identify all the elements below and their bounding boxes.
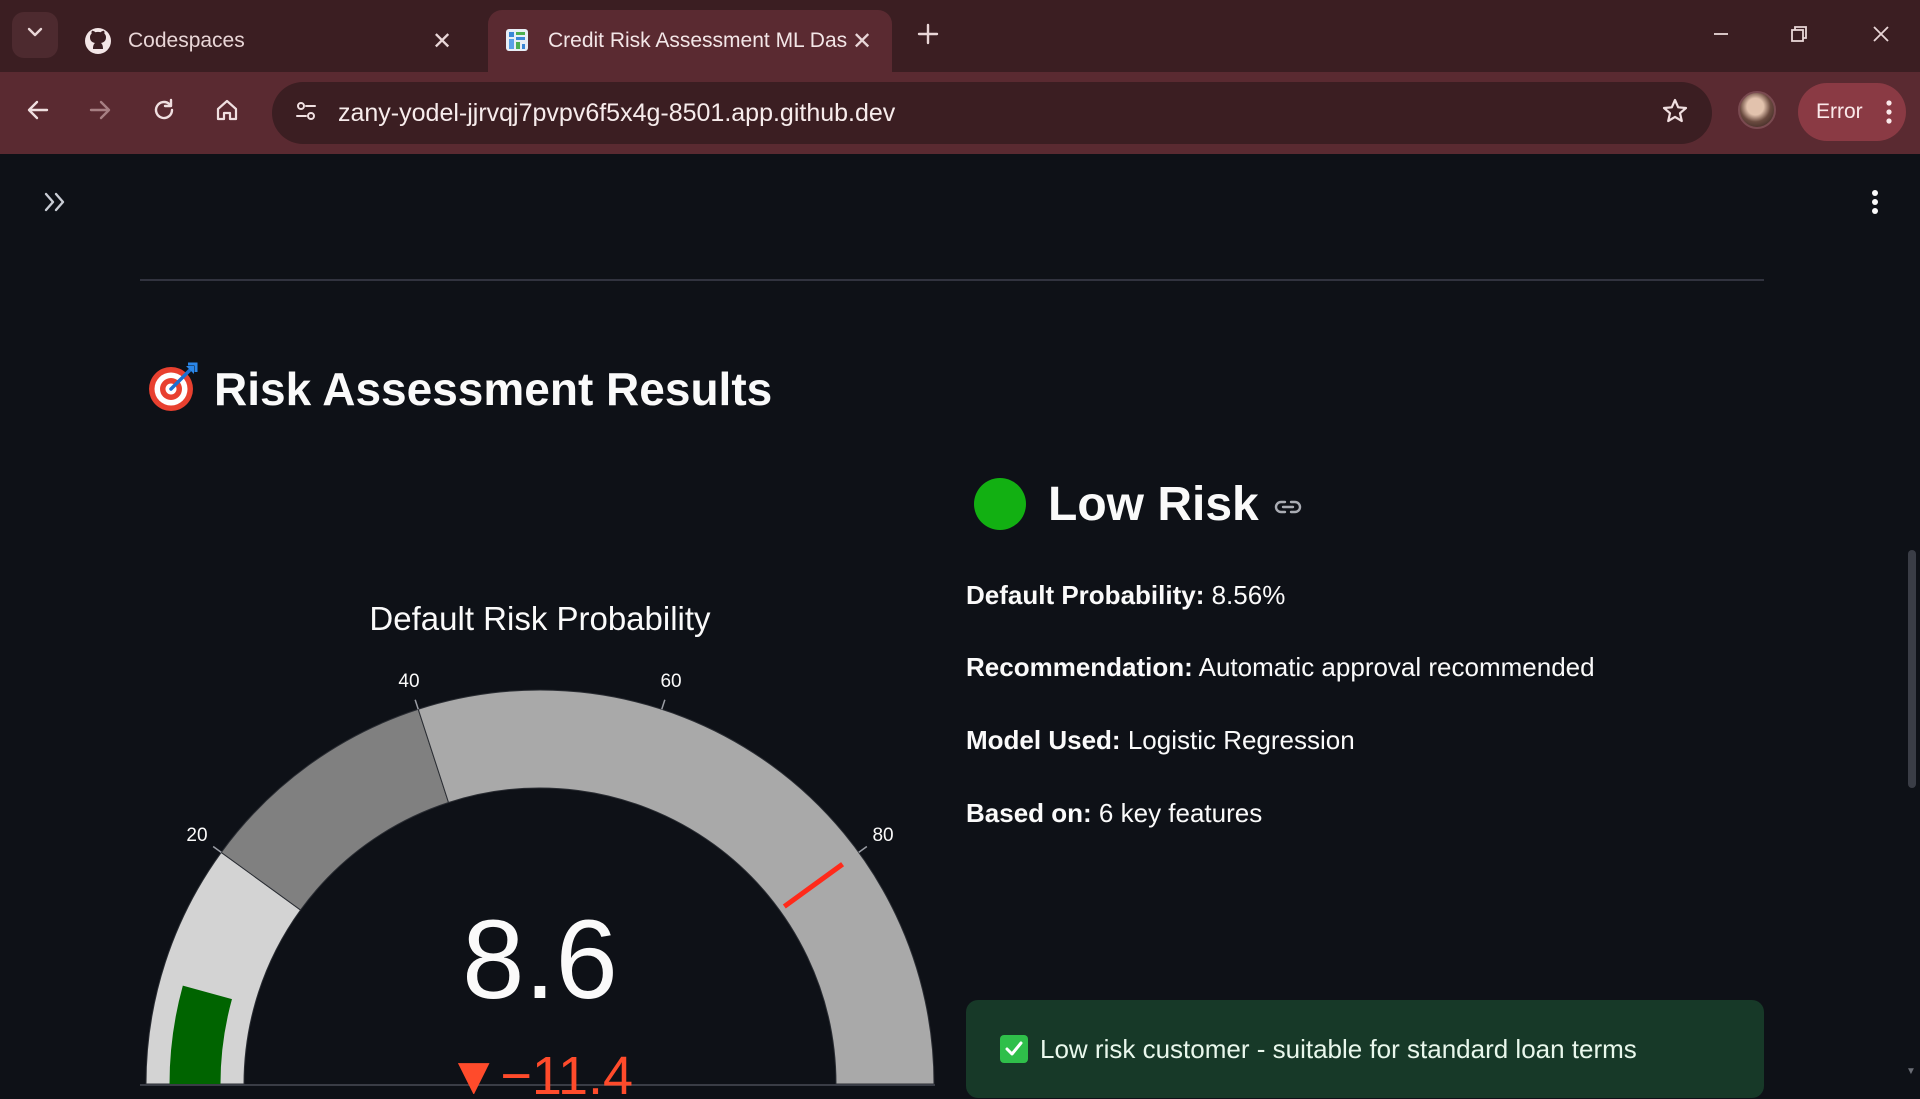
reload-button[interactable] xyxy=(140,89,188,137)
anchor-link-icon[interactable] xyxy=(1273,497,1303,522)
home-button[interactable] xyxy=(203,89,251,137)
section-heading: Risk Assessment Results xyxy=(146,354,772,424)
info-value: 8.56% xyxy=(1211,580,1286,610)
site-info-button[interactable] xyxy=(284,91,328,135)
gauge-tick xyxy=(212,845,222,854)
green-circle-icon xyxy=(974,478,1026,530)
default-probability-line: Default Probability: 8.56% xyxy=(966,580,1285,611)
info-label: Recommendation: xyxy=(966,652,1193,682)
github-icon xyxy=(84,27,112,55)
gauge-tick-label: 80 xyxy=(872,825,893,846)
success-alert: Low risk customer - suitable for standar… xyxy=(966,1000,1764,1098)
gauge-svg: Default Risk Probability 20 40 60 80 8.6 ▼−… xyxy=(135,600,935,1099)
streamlit-app: Risk Assessment Results Default Risk Pro… xyxy=(0,154,1920,1099)
profile-avatar[interactable] xyxy=(1738,91,1776,129)
info-value: Logistic Regression xyxy=(1127,725,1355,755)
error-label: Error xyxy=(1816,100,1863,123)
close-window-button[interactable] xyxy=(1854,14,1908,58)
risk-level-heading: Low Risk xyxy=(966,464,1766,544)
tab-search-button[interactable] xyxy=(12,12,58,58)
tab-title: Credit Risk Assessment ML Dashboard xyxy=(548,29,848,52)
tune-icon xyxy=(293,98,319,129)
chart-title: Default Risk Probability xyxy=(369,600,711,637)
info-value: 6 key features xyxy=(1098,798,1263,828)
browser-tab-bar: Codespaces ✕ Credit Risk Assessment ML D… xyxy=(0,0,1920,72)
restore-icon xyxy=(1789,24,1809,49)
minimize-icon xyxy=(1711,24,1731,49)
bookmark-button[interactable] xyxy=(1656,94,1694,132)
gauge-tick xyxy=(858,845,868,854)
risk-gauge-chart[interactable]: Default Risk Probability 20 40 60 80 8.6 ▼−… xyxy=(135,534,940,1099)
restore-button[interactable] xyxy=(1772,14,1826,58)
gauge-delta: ▼−11.4 xyxy=(447,1046,633,1094)
minimize-button[interactable] xyxy=(1694,14,1748,58)
info-label: Based on: xyxy=(966,798,1092,828)
horizontal-divider xyxy=(140,279,1764,281)
streamlit-favicon xyxy=(504,27,532,55)
main-menu-button[interactable] xyxy=(1858,184,1892,224)
recommendation-line: Recommendation: Automatic approval recom… xyxy=(966,652,1595,683)
new-tab-button[interactable] xyxy=(908,16,948,56)
risk-level-label: Low Risk xyxy=(1048,477,1259,531)
info-label: Default Probability: xyxy=(966,580,1205,610)
tab-codespaces[interactable]: Codespaces ✕ xyxy=(68,10,472,72)
gauge-value: 8.6 xyxy=(462,897,618,1022)
based-on-line: Based on: 6 key features xyxy=(966,798,1262,829)
double-chevron-right-icon xyxy=(42,190,70,219)
kebab-menu-icon xyxy=(1886,99,1892,131)
tab-title: Codespaces xyxy=(128,29,245,52)
close-icon xyxy=(1871,24,1891,49)
arrow-right-icon xyxy=(87,97,113,130)
success-message: Low risk customer - suitable for standar… xyxy=(1040,1033,1637,1064)
back-button[interactable] xyxy=(14,89,62,137)
scroll-down-icon[interactable]: ▼ xyxy=(1904,1066,1918,1080)
close-tab-icon[interactable]: ✕ xyxy=(428,27,456,56)
info-value: Automatic approval recommended xyxy=(1198,652,1595,682)
plus-icon xyxy=(917,19,939,53)
gauge-tick xyxy=(661,699,666,710)
info-label: Model Used: xyxy=(966,725,1121,755)
arrow-left-icon xyxy=(25,97,51,130)
gauge-tick xyxy=(414,699,419,710)
url-text[interactable]: zany-yodel-jjrvqj7pvpv6f5x4g-8501.app.gi… xyxy=(338,82,895,144)
kebab-menu-icon xyxy=(1871,189,1879,220)
gauge-tick-label: 60 xyxy=(660,671,681,692)
checkmark-icon xyxy=(1000,1035,1028,1063)
gauge-tick-label: 20 xyxy=(186,825,207,846)
expand-sidebar-button[interactable] xyxy=(36,184,76,224)
gauge-step-2 xyxy=(417,689,935,1085)
browser-toolbar: zany-yodel-jjrvqj7pvpv6f5x4g-8501.app.gi… xyxy=(0,72,1920,154)
page-title: Risk Assessment Results xyxy=(214,363,773,415)
tab-credit-risk-dashboard[interactable]: Credit Risk Assessment ML Dashboard ✕ xyxy=(488,10,892,72)
forward-button[interactable] xyxy=(76,89,124,137)
star-icon xyxy=(1661,97,1689,130)
address-bar[interactable]: zany-yodel-jjrvqj7pvpv6f5x4g-8501.app.gi… xyxy=(272,82,1712,144)
target-icon xyxy=(146,360,200,419)
reload-icon xyxy=(151,97,177,130)
risk-summary: Low Risk Default Probability: 8.56% Reco… xyxy=(966,464,1766,1098)
model-used-line: Model Used: Logistic Regression xyxy=(966,725,1355,756)
error-button[interactable]: Error xyxy=(1798,83,1906,141)
close-tab-icon[interactable]: ✕ xyxy=(848,27,876,56)
gauge-tick-label: 40 xyxy=(398,671,419,692)
chevron-down-icon xyxy=(26,23,44,47)
page-scrollbar[interactable] xyxy=(1908,550,1916,788)
home-icon xyxy=(214,97,240,130)
